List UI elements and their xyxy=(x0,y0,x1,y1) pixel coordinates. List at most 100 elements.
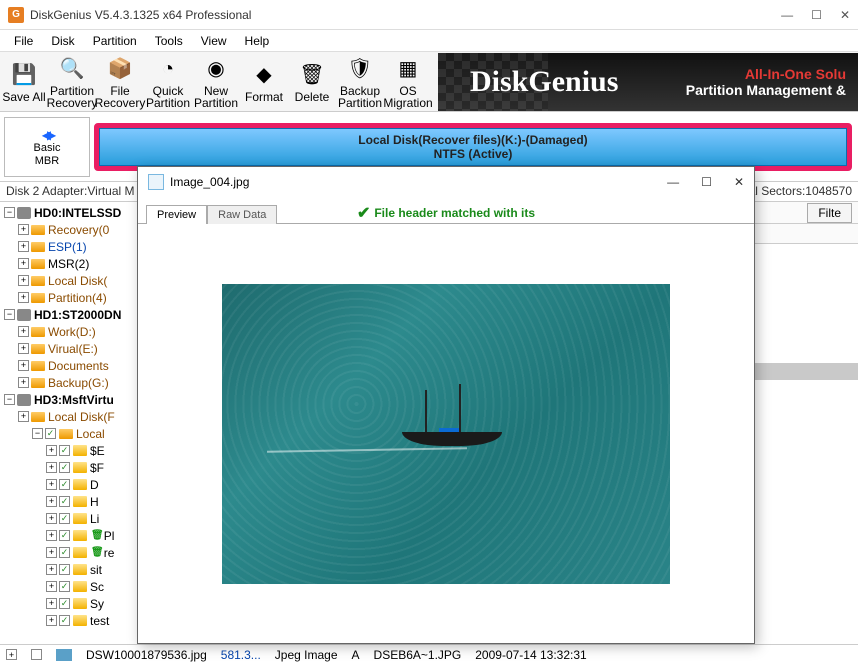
expand-icon[interactable]: + xyxy=(18,224,29,235)
folder-icon xyxy=(73,462,87,473)
folder-icon xyxy=(73,615,87,626)
expand-icon[interactable]: + xyxy=(46,598,57,609)
shield-icon: 🛡 xyxy=(346,55,374,83)
expand-icon[interactable]: + xyxy=(18,377,29,388)
toolbar-save-all[interactable]: 💾Save All xyxy=(0,53,48,111)
delete-icon: 🗑 xyxy=(298,61,326,89)
expand-icon[interactable]: + xyxy=(18,411,29,422)
toolbar-os-migration[interactable]: ▦OS Migration xyxy=(384,53,432,111)
checkbox[interactable] xyxy=(59,615,70,626)
filter-button[interactable]: Filte xyxy=(807,203,852,223)
partition-style-label: Basic MBR xyxy=(34,142,61,166)
folder-icon xyxy=(73,581,87,592)
expand-icon[interactable]: + xyxy=(46,564,57,575)
file-checkbox[interactable] xyxy=(31,649,42,660)
checkbox[interactable] xyxy=(59,530,70,541)
expand-icon[interactable]: + xyxy=(6,649,17,660)
expand-icon[interactable]: + xyxy=(46,615,57,626)
preview-content xyxy=(138,223,754,643)
collapse-icon[interactable]: − xyxy=(4,207,15,218)
menu-help[interactable]: Help xyxy=(237,32,278,50)
partition-icon xyxy=(31,293,45,303)
partition-icon xyxy=(31,344,45,354)
expand-icon[interactable]: + xyxy=(46,496,57,507)
tab-raw-data[interactable]: Raw Data xyxy=(207,205,277,224)
adapter-label: Disk 2 Adapter:Virtual M xyxy=(6,184,135,199)
checkbox[interactable] xyxy=(59,479,70,490)
expand-icon[interactable]: + xyxy=(18,343,29,354)
toolbar-format[interactable]: ◆Format xyxy=(240,53,288,111)
file-shortname: DSEB6A~1.JPG xyxy=(374,648,462,662)
dialog-titlebar: Image_004.jpg — ☐ ✕ xyxy=(138,167,754,197)
toolbar-quick-partition[interactable]: ◔Quick Partition xyxy=(144,53,192,111)
app-logo-icon: G xyxy=(8,7,24,23)
toolbar-file-recovery[interactable]: 📦File Recovery xyxy=(96,53,144,111)
menu-tools[interactable]: Tools xyxy=(147,32,191,50)
expand-icon[interactable]: + xyxy=(46,547,57,558)
format-icon: ◆ xyxy=(250,61,278,89)
tab-preview[interactable]: Preview xyxy=(146,205,207,224)
folder-icon xyxy=(73,513,87,524)
partition-icon xyxy=(31,327,45,337)
expand-icon[interactable]: + xyxy=(46,462,57,473)
dialog-minimize-button[interactable]: — xyxy=(667,175,679,189)
expand-icon[interactable]: + xyxy=(46,445,57,456)
file-date: 2009-07-14 13:32:31 xyxy=(475,648,586,662)
folder-icon xyxy=(73,530,87,541)
sectors-label: tal Sectors:1048570 xyxy=(745,184,852,199)
folder-icon xyxy=(73,445,87,456)
checkbox[interactable] xyxy=(45,428,56,439)
maximize-button[interactable]: ☐ xyxy=(811,8,822,22)
toolbar-new-partition[interactable]: ◉New Partition xyxy=(192,53,240,111)
expand-icon[interactable]: + xyxy=(18,326,29,337)
expand-icon[interactable]: + xyxy=(18,241,29,252)
toolbar-delete[interactable]: 🗑Delete xyxy=(288,53,336,111)
minimize-button[interactable]: — xyxy=(781,8,793,22)
expand-icon[interactable]: + xyxy=(46,513,57,524)
nav-forward-icon[interactable]: ▶ xyxy=(47,128,52,142)
header-match-status: ✔ File header matched with its xyxy=(357,203,535,223)
checkbox[interactable] xyxy=(59,598,70,609)
disk-icon xyxy=(17,207,31,219)
menu-file[interactable]: File xyxy=(6,32,41,50)
expand-icon[interactable]: + xyxy=(18,360,29,371)
folder-icon xyxy=(73,479,87,490)
checkbox[interactable] xyxy=(59,581,70,592)
expand-icon[interactable]: + xyxy=(46,530,57,541)
checkbox[interactable] xyxy=(59,513,70,524)
checkbox[interactable] xyxy=(59,564,70,575)
expand-icon[interactable]: + xyxy=(46,479,57,490)
window-title: DiskGenius V5.4.3.1325 x64 Professional xyxy=(30,8,781,22)
checkbox[interactable] xyxy=(59,462,70,473)
menu-partition[interactable]: Partition xyxy=(85,32,145,50)
expand-icon[interactable]: + xyxy=(18,275,29,286)
expand-icon[interactable]: + xyxy=(18,258,29,269)
checkbox[interactable] xyxy=(59,496,70,507)
menu-disk[interactable]: Disk xyxy=(43,32,82,50)
file-attr: A xyxy=(352,648,360,662)
toolbar-backup-partition[interactable]: 🛡Backup Partition xyxy=(336,53,384,111)
file-size: 581.3... xyxy=(221,648,261,662)
collapse-icon[interactable]: − xyxy=(4,394,15,405)
checkbox[interactable] xyxy=(59,445,70,456)
folder-icon xyxy=(73,496,87,507)
expand-icon[interactable]: + xyxy=(46,581,57,592)
brand-banner: DiskGenius All-In-One Solu Partition Man… xyxy=(438,53,858,111)
close-button[interactable]: ✕ xyxy=(840,8,850,22)
collapse-icon[interactable]: − xyxy=(4,309,15,320)
toolbar-partition-recovery[interactable]: 🔍Partition Recovery xyxy=(48,53,96,111)
partition-icon xyxy=(31,242,45,252)
pie-icon: ◔ xyxy=(154,55,182,83)
checkbox[interactable] xyxy=(59,547,70,558)
dialog-maximize-button[interactable]: ☐ xyxy=(701,175,712,189)
menu-view[interactable]: View xyxy=(193,32,235,50)
toolbar: 💾Save All 🔍Partition Recovery 📦File Reco… xyxy=(0,52,858,112)
nav-box: ◀ ▶ Basic MBR xyxy=(4,117,90,177)
folder-icon xyxy=(73,564,87,575)
preview-image xyxy=(222,284,670,584)
partition-icon xyxy=(31,225,45,235)
collapse-icon[interactable]: − xyxy=(32,428,43,439)
expand-icon[interactable]: + xyxy=(18,292,29,303)
dialog-close-button[interactable]: ✕ xyxy=(734,175,744,189)
brand-name: DiskGenius xyxy=(470,65,618,99)
